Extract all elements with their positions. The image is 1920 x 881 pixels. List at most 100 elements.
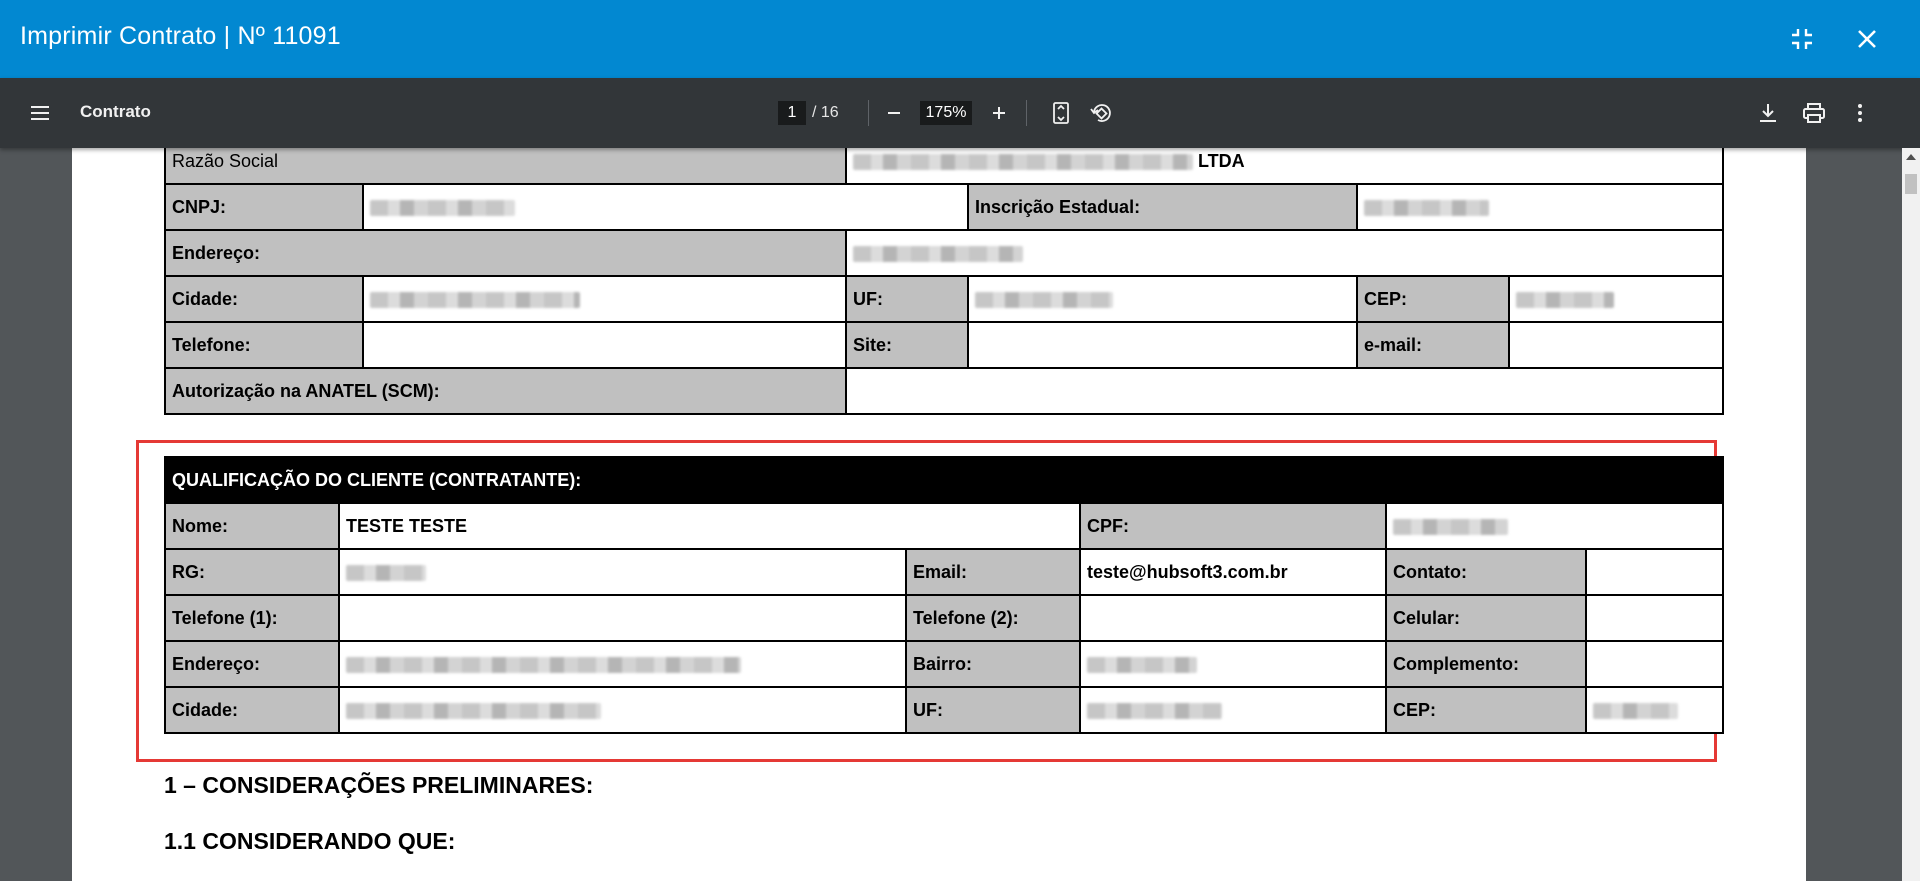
- dialog-title-bar: Imprimir Contrato | Nº 11091: [0, 0, 1920, 78]
- cidade-value: [338, 686, 907, 734]
- celular-value: [1584, 594, 1725, 642]
- nome-label: Nome:: [164, 502, 340, 550]
- endereco-value: [844, 229, 1725, 277]
- email-value: teste@hubsoft3.com.br: [1079, 548, 1387, 596]
- table-row: Razão Social LTDA: [164, 148, 1725, 185]
- vertical-scrollbar[interactable]: [1902, 148, 1920, 881]
- email-value: [1507, 321, 1725, 369]
- site-label: Site:: [845, 321, 969, 369]
- cep-value: [1584, 686, 1725, 734]
- table-row: Telefone (1): Telefone (2): Celular:: [164, 594, 1725, 642]
- download-icon: [1760, 104, 1776, 122]
- scrollbar-thumb[interactable]: [1905, 174, 1917, 194]
- table-row: RG: Email: teste@hubsoft3.com.br Contato…: [164, 548, 1725, 596]
- rg-value: [338, 548, 907, 596]
- redacted-text: [1087, 702, 1222, 719]
- table-row: Telefone: Site: e-mail:: [164, 321, 1725, 369]
- pdf-page: Razão Social LTDA CNPJ: Inscrição Estadu…: [72, 148, 1806, 881]
- print-button[interactable]: [1796, 95, 1832, 131]
- zoom-input[interactable]: 175%: [920, 101, 972, 125]
- razao-social-value: LTDA: [844, 148, 1725, 185]
- razao-social-label: Razão Social: [164, 148, 847, 185]
- close-dialog-button[interactable]: [1848, 20, 1886, 58]
- endereco-label: Endereço:: [164, 229, 847, 277]
- cidade-label: Cidade:: [164, 275, 364, 323]
- scroll-up-arrow-icon[interactable]: [1906, 154, 1916, 160]
- cpf-value: [1384, 502, 1725, 550]
- table-row: Endereço: Bairro: Complemento:: [164, 640, 1725, 688]
- cidade-label: Cidade:: [164, 686, 340, 734]
- zoom-in-button[interactable]: [981, 95, 1017, 131]
- redacted-text: [346, 656, 741, 673]
- endereco-value: [338, 640, 907, 688]
- exit-fullscreen-icon: [1792, 29, 1812, 49]
- pdf-viewport: Razão Social LTDA CNPJ: Inscrição Estadu…: [0, 148, 1920, 881]
- rotate-icon: [1090, 104, 1111, 122]
- anatel-label: Autorização na ANATEL (SCM):: [164, 367, 847, 415]
- minus-icon: [888, 112, 900, 114]
- complemento-value: [1584, 640, 1725, 688]
- pdf-toolbar: Contrato 1 / 16 175%: [0, 78, 1920, 148]
- client-section-header: QUALIFICAÇÃO DO CLIENTE (CONTRATANTE):: [163, 456, 1725, 504]
- anatel-value: [844, 367, 1725, 415]
- zoom-out-button[interactable]: [876, 95, 912, 131]
- section-heading: 1 – CONSIDERAÇÕES PRELIMINARES:: [164, 772, 594, 798]
- contato-value: [1584, 548, 1725, 596]
- redacted-text: [1593, 702, 1678, 719]
- redacted-text: [853, 245, 1023, 262]
- exit-fullscreen-button[interactable]: [1783, 20, 1821, 58]
- email-label: Email:: [905, 548, 1081, 596]
- uf-value: [1079, 686, 1387, 734]
- more-vertical-icon: [1858, 104, 1862, 122]
- cep-value: [1507, 275, 1725, 323]
- more-actions-button[interactable]: [1842, 95, 1878, 131]
- rotate-button[interactable]: [1083, 95, 1119, 131]
- email-label: e-mail:: [1356, 321, 1510, 369]
- cnpj-value: [362, 183, 969, 231]
- redacted-text: [370, 291, 580, 308]
- menu-icon: [31, 106, 49, 120]
- dialog-title: Imprimir Contrato | Nº 11091: [20, 22, 341, 50]
- table-row: Autorização na ANATEL (SCM):: [164, 367, 1725, 415]
- rg-label: RG:: [164, 548, 340, 596]
- fit-page-button[interactable]: [1043, 95, 1079, 131]
- page-number-input[interactable]: 1: [778, 101, 806, 125]
- bairro-value: [1079, 640, 1387, 688]
- redacted-text: [1364, 199, 1489, 216]
- toolbar-divider: [1026, 100, 1027, 126]
- cnpj-label: CNPJ:: [164, 183, 364, 231]
- uf-label: UF:: [845, 275, 969, 323]
- cep-label: CEP:: [1356, 275, 1510, 323]
- table-row: Cidade: UF: CEP:: [164, 275, 1725, 323]
- endereco-label: Endereço:: [164, 640, 340, 688]
- telefone-value: [362, 321, 847, 369]
- toolbar-divider: [868, 100, 869, 126]
- telefone2-label: Telefone (2):: [905, 594, 1081, 642]
- razao-social-suffix: LTDA: [1198, 150, 1245, 171]
- table-row: Nome: TESTE TESTE CPF:: [164, 502, 1725, 550]
- document-name: Contrato: [80, 102, 151, 121]
- redacted-text: [853, 153, 1193, 170]
- printer-icon: [1803, 103, 1825, 123]
- table-row: Cidade: UF: CEP:: [164, 686, 1725, 734]
- client-table: QUALIFICAÇÃO DO CLIENTE (CONTRATANTE): N…: [163, 456, 1725, 734]
- telefone-label: Telefone:: [164, 321, 364, 369]
- uf-label: UF:: [905, 686, 1081, 734]
- inscricao-estadual-value: [1355, 183, 1725, 231]
- download-button[interactable]: [1750, 95, 1786, 131]
- plus-icon: [993, 107, 1005, 119]
- inscricao-estadual-label: Inscrição Estadual:: [967, 183, 1358, 231]
- redacted-text: [346, 702, 601, 719]
- table-row: QUALIFICAÇÃO DO CLIENTE (CONTRATANTE):: [163, 456, 1725, 504]
- telefone1-value: [338, 594, 907, 642]
- company-table: Razão Social LTDA CNPJ: Inscrição Estadu…: [164, 148, 1725, 415]
- table-row: CNPJ: Inscrição Estadual:: [164, 183, 1725, 231]
- redacted-text: [1087, 656, 1197, 673]
- redacted-text: [1393, 518, 1508, 535]
- complemento-label: Complemento:: [1385, 640, 1587, 688]
- menu-button[interactable]: [22, 95, 58, 131]
- subsection-heading: 1.1 CONSIDERANDO QUE:: [164, 828, 456, 854]
- close-icon: [1858, 30, 1876, 48]
- telefone2-value: [1079, 594, 1387, 642]
- cpf-label: CPF:: [1079, 502, 1387, 550]
